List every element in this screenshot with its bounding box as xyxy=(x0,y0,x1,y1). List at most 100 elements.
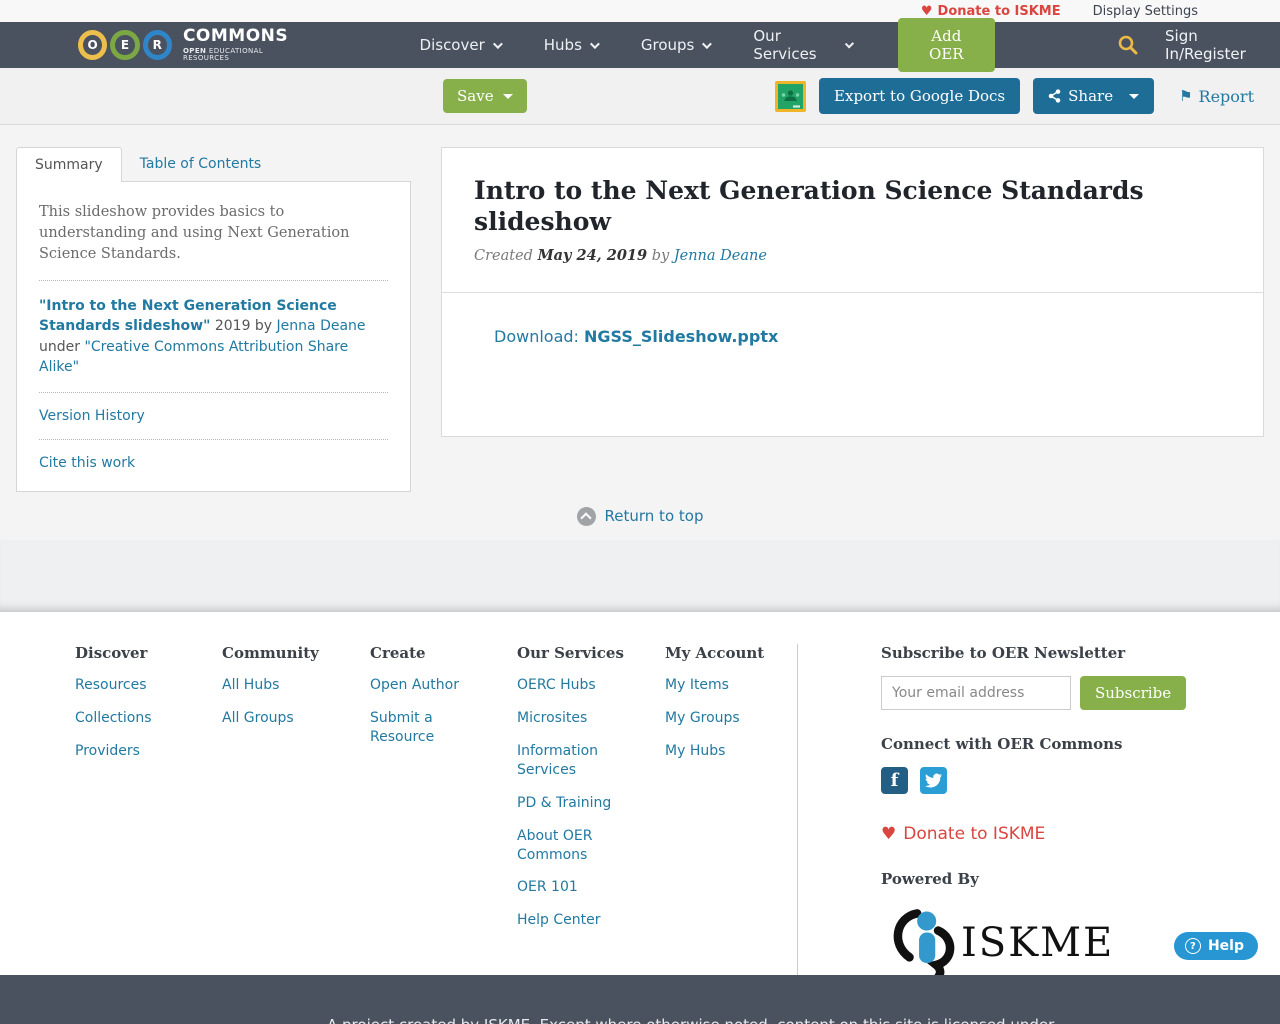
attribution-under: under xyxy=(39,338,85,355)
share-button[interactable]: Share xyxy=(1033,78,1155,114)
caret-down-icon xyxy=(1129,93,1140,99)
download-label: Download: xyxy=(494,327,585,346)
return-to-top[interactable]: Return to top xyxy=(0,492,1280,540)
search-button[interactable] xyxy=(1117,34,1139,56)
divider xyxy=(39,280,388,282)
sign-in-register-link[interactable]: Sign In/Register xyxy=(1165,27,1280,63)
cite-this-work-link[interactable]: Cite this work xyxy=(39,455,135,471)
footer-link-my-hubs[interactable]: My Hubs xyxy=(665,742,783,761)
report-label: Report xyxy=(1198,86,1254,106)
report-link[interactable]: ⚑ Report xyxy=(1179,87,1254,106)
footer-link-open-author[interactable]: Open Author xyxy=(370,676,488,695)
attribution-year: 2019 by xyxy=(210,318,277,335)
logo-title: COMMONS xyxy=(182,26,289,46)
download-row: Download: NGSS_Slideshow.pptx xyxy=(442,293,1263,346)
footer-link-oer-101[interactable]: OER 101 xyxy=(517,878,635,897)
nav-links: Discover Hubs Groups Our Services xyxy=(420,27,855,63)
footer-heading: My Account xyxy=(665,644,765,663)
footer-heading: Discover xyxy=(75,644,148,663)
by-label: by xyxy=(647,247,674,264)
action-right-group: Export to Google Docs Share ⚑ Report xyxy=(775,78,1254,114)
divider xyxy=(39,439,388,441)
tab-summary[interactable]: Summary xyxy=(16,147,122,182)
footer-link-my-groups[interactable]: My Groups xyxy=(665,709,783,728)
chevron-down-icon xyxy=(589,38,600,49)
author-link[interactable]: Jenna Deane xyxy=(674,248,767,264)
powered-by-heading: Powered By xyxy=(881,870,979,889)
footer-link-pd-training[interactable]: PD & Training xyxy=(517,794,635,813)
attribution-block: "Intro to the Next Generation Science St… xyxy=(39,296,388,377)
attribution-author-link[interactable]: Jenna Deane xyxy=(277,318,366,334)
footer-link-oerc-hubs[interactable]: OERC Hubs xyxy=(517,676,635,695)
nav-item-groups[interactable]: Groups xyxy=(641,36,713,54)
footer-link-information-services[interactable]: Information Services xyxy=(517,742,635,780)
question-mark-icon: ? xyxy=(1184,938,1201,954)
attribution-license-link[interactable]: "Creative Commons Attribution Share Alik… xyxy=(39,339,348,375)
license-line-1: A project created by ISKME. Except where… xyxy=(327,1016,1054,1024)
google-classroom-button[interactable] xyxy=(775,80,807,112)
iskme-figure-icon xyxy=(893,909,955,976)
footer-link-providers[interactable]: Providers xyxy=(75,742,193,761)
footer-link-collections[interactable]: Collections xyxy=(75,709,193,728)
download-file-link[interactable]: NGSS_Slideshow.pptx xyxy=(584,327,778,346)
nav-item-our-services-label: Our Services xyxy=(753,27,817,63)
donate-to-iskme-footer-link[interactable]: ♥ Donate to ISKME xyxy=(881,824,1201,844)
social-icons: f xyxy=(881,767,1201,795)
twitter-icon[interactable] xyxy=(920,767,947,795)
content-area: Summary Table of Contents This slideshow… xyxy=(0,125,1280,493)
footer-col-my-account: My Account My Items My Groups My Hubs xyxy=(665,644,797,975)
facebook-icon[interactable]: f xyxy=(881,767,908,795)
footer-link-about-oer-commons[interactable]: About OER Commons xyxy=(517,827,635,865)
footer-link-help-center[interactable]: Help Center xyxy=(517,911,635,930)
page-title: Intro to the Next Generation Science Sta… xyxy=(474,176,1144,237)
nav-item-discover[interactable]: Discover xyxy=(420,36,503,54)
footer-heading: Create xyxy=(370,644,426,663)
logo-text: COMMONS OPEN EDUCATIONAL RESOURCES xyxy=(183,28,308,62)
top-utility-bar: ♥ Donate to ISKME Display Settings xyxy=(0,0,1280,22)
footer-heading: Community xyxy=(222,644,319,663)
help-button[interactable]: ? Help xyxy=(1173,932,1258,960)
email-input[interactable] xyxy=(881,676,1071,711)
footer-link-resources[interactable]: Resources xyxy=(75,676,193,695)
footer-divider xyxy=(797,644,798,976)
save-button[interactable]: Save xyxy=(443,79,527,113)
footer-link-microsites[interactable]: Microsites xyxy=(517,709,635,728)
created-label: Created xyxy=(474,247,538,264)
resource-description: This slideshow provides basics to unders… xyxy=(39,204,350,263)
footer-link-submit-resource[interactable]: Submit a Resource xyxy=(370,709,488,747)
heart-icon: ♥ xyxy=(920,3,933,19)
footer-col-discover: Discover Resources Collections Providers xyxy=(75,644,222,975)
license-text: A project created by ISKME. Except where… xyxy=(327,1015,1067,1024)
nav-item-hubs[interactable]: Hubs xyxy=(544,36,600,54)
resource-action-bar: Save Export to Google Docs Share ⚑ Repor… xyxy=(0,68,1280,125)
return-to-top-label: Return to top xyxy=(604,507,704,526)
footer-col-our-services: Our Services OERC Hubs Microsites Inform… xyxy=(517,644,665,975)
donate-to-iskme-top-link[interactable]: ♥ Donate to ISKME xyxy=(921,4,1061,19)
iskme-logo[interactable]: ISKME xyxy=(881,902,1201,976)
resource-main-panel: Intro to the Next Generation Science Sta… xyxy=(441,147,1264,437)
help-button-label: Help xyxy=(1207,938,1244,954)
tab-table-of-contents[interactable]: Table of Contents xyxy=(122,147,280,181)
flag-icon: ⚑ xyxy=(1179,87,1193,105)
spacer-band xyxy=(0,540,1280,613)
save-button-label: Save xyxy=(457,87,494,105)
footer-link-all-groups[interactable]: All Groups xyxy=(222,709,340,728)
nav-item-our-services[interactable]: Our Services xyxy=(753,27,855,63)
oer-commons-logo[interactable]: O E R COMMONS OPEN EDUCATIONAL RESOURCES xyxy=(78,28,308,62)
add-oer-button[interactable]: Add OER xyxy=(897,18,996,72)
export-google-docs-button[interactable]: Export to Google Docs xyxy=(819,78,1021,114)
version-history-link[interactable]: Version History xyxy=(39,408,145,424)
display-settings-link[interactable]: Display Settings xyxy=(1093,4,1198,19)
subscribe-button[interactable]: Subscribe xyxy=(1080,676,1187,711)
newsletter-form: Subscribe xyxy=(881,676,1201,711)
sidebar-tabs: Summary Table of Contents xyxy=(16,147,411,182)
resource-header: Intro to the Next Generation Science Sta… xyxy=(442,148,1263,293)
search-icon xyxy=(1118,35,1138,55)
footer: Discover Resources Collections Providers… xyxy=(0,612,1280,976)
footer-link-all-hubs[interactable]: All Hubs xyxy=(222,676,340,695)
newsletter-section: Subscribe to OER Newsletter Subscribe Co… xyxy=(881,644,1201,976)
footer-link-my-items[interactable]: My Items xyxy=(665,676,783,695)
main-navbar: O E R COMMONS OPEN EDUCATIONAL RESOURCES… xyxy=(0,18,1280,72)
connect-heading: Connect with OER Commons xyxy=(881,735,1123,754)
iskme-logo-text: ISKME xyxy=(961,920,1115,967)
